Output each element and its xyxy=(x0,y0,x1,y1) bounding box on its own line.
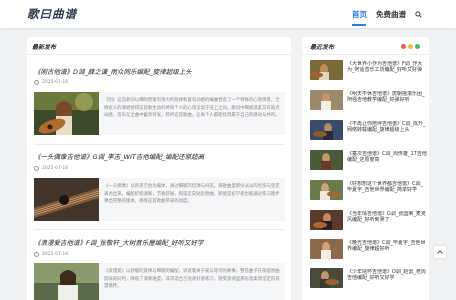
post-date-2: 2025-07-16 xyxy=(34,166,68,171)
clock-icon xyxy=(34,252,39,257)
post-date-3: 2025-07-16 xyxy=(34,252,68,257)
window-dot-red xyxy=(401,44,406,49)
window-dot-yellow xyxy=(408,44,413,49)
nav-home[interactable]: 首页 xyxy=(352,9,367,20)
sidebar-item-4[interactable]: 《童次吉他谱》C调_周传雄_17吉他编配_还原度高 xyxy=(310,150,427,170)
sidebar-thumbnail-4 xyxy=(310,150,343,170)
post-title-1[interactable]: 《刚古他谱》D调_薛之谦_雨众同乐编配_旋律超级上头 xyxy=(34,66,192,76)
section-title-recent: 最近发布 xyxy=(310,44,335,51)
nav-free-sheets[interactable]: 免费曲谱 xyxy=(376,9,406,20)
site-logo[interactable]: 歌曰曲谱 xyxy=(27,6,77,22)
nav-active-indicator xyxy=(352,24,366,26)
back-to-top-button[interactable] xyxy=(434,246,446,258)
post-title-3[interactable]: 《浪漫爱吉他谱》F调_张敬轩_大树音乐屋编配_好听又好学 xyxy=(34,237,204,247)
post-card-3: 《浪漫爱》以舒缓的旋律与细腻的编配，诉说着关于爱与等待的故事。整首曲子在保留原曲… xyxy=(34,263,285,300)
post-thumbnail-2[interactable] xyxy=(34,178,99,221)
sidebar-thumbnail-8 xyxy=(310,268,343,288)
sidebar-item-7[interactable]: 《晚光吉他谱》C调_毕夏宇_吉他世界编配_旋律超好听 xyxy=(310,239,426,259)
post-thumbnail-1[interactable] xyxy=(34,92,99,135)
sidebar-thumbnail-5 xyxy=(310,180,343,200)
post-date-1: 2025-07-16 xyxy=(34,80,68,85)
post-title-2[interactable]: 《一头偶像吉他谱》G调_李志_WIT吉他编配_编配还原超高 xyxy=(34,151,204,161)
divider xyxy=(34,229,285,230)
top-navbar: 歌曰曲谱 首页 免费曲谱 xyxy=(0,0,456,28)
divider xyxy=(27,54,291,55)
divider xyxy=(34,144,285,145)
sidebar-thumbnail-1 xyxy=(310,60,343,80)
sidebar-item-1[interactable]: 《大世界小作为吉他谱》F调_作大为_阿遥音乐工坊编配_好听又好弹 xyxy=(310,60,425,80)
window-dot-green xyxy=(415,44,420,49)
sidebar-thumbnail-3 xyxy=(310,120,343,140)
sidebar-item-8[interactable]: 《少年情怀吉他谱》D调_赵雷_老周吉他编配_好听又好学 xyxy=(310,268,426,288)
sidebar-thumbnail-2 xyxy=(310,90,343,110)
post-thumbnail-3[interactable] xyxy=(34,263,99,300)
sidebar-item-2[interactable]: 《明天不休吉他谱》唐朝摇滚乐团_阿强吉他教学编配_好弹好听 xyxy=(310,90,425,110)
sidebar-item-5[interactable]: 《好想想这个世界都吉他谱》C调_毕夏宇_吉他世界编配_简单好学 xyxy=(310,180,425,200)
search-icon[interactable] xyxy=(415,11,422,18)
sidebar-item-6[interactable]: 《当年情吉他谱》G调_张国荣_麦克风编配_好听到哭了 xyxy=(310,210,426,230)
post-card-2: 《一头偶像》以民谣吉他为载体，通过细腻的指弹与扫弦，将歌曲里那份淡淡的忧伤与坚定… xyxy=(34,178,285,221)
sidebar-thumbnail-7 xyxy=(310,239,343,259)
divider xyxy=(302,54,429,55)
sidebar-thumbnail-6 xyxy=(310,210,343,230)
section-title-latest: 最新发布 xyxy=(32,44,57,51)
post-excerpt-1: 《别》这首歌词以细的而富有张力的旋律和富有动感的编曲营造了一个特殊的心境情景，全… xyxy=(104,98,280,119)
post-excerpt-3: 《浪漫爱》以舒缓的旋律与细腻的编配，诉说着关于爱与等待的故事。整首曲子在保留原曲… xyxy=(104,269,280,290)
post-excerpt-2: 《一头偶像》以民谣吉他为载体，通过细腻的指弹与扫弦，将歌曲里那份淡淡的忧伤与坚定… xyxy=(104,184,280,205)
post-card-1: 《别》这首歌词以细的而富有张力的旋律和富有动感的编曲营造了一个特殊的心境情景，全… xyxy=(34,92,285,135)
sidebar-item-3[interactable]: 《不再让你陪伴吉他谱》C调_陈升_网络转载编配_旋律超级上头 xyxy=(310,120,426,140)
clock-icon xyxy=(34,80,39,85)
clock-icon xyxy=(34,166,39,171)
